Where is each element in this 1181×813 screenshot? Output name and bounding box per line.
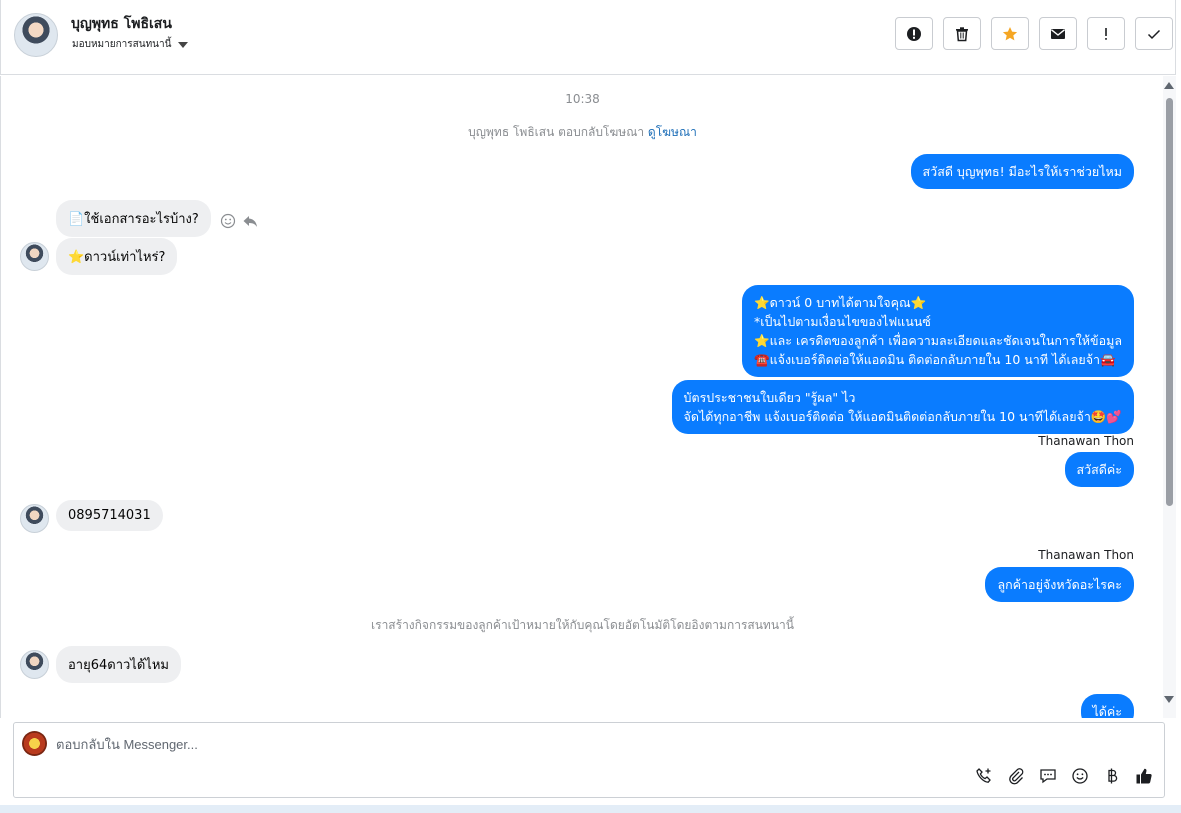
message-text: 0895714031	[68, 508, 151, 523]
alert-circle-icon	[907, 26, 921, 41]
message-bubble-outgoing[interactable]: บัตรประชาชนใบเดียว "รู้ผล" ไว จัดได้ทุกอ…	[671, 380, 1134, 434]
message-hover-actions	[220, 213, 258, 229]
contact-avatar[interactable]	[14, 13, 58, 57]
mark-unread-button[interactable]	[1039, 17, 1077, 50]
saved-replies-button[interactable]	[1038, 766, 1057, 785]
view-ad-link[interactable]: ดูโฆษณา	[648, 125, 697, 139]
scroll-down-arrow-icon[interactable]	[1164, 696, 1174, 703]
message-bubble-outgoing[interactable]: ได้ค่ะ	[1080, 694, 1134, 718]
delete-button[interactable]	[943, 17, 981, 50]
scrollbar-thumb[interactable]	[1166, 98, 1173, 506]
attach-button[interactable]	[1006, 766, 1025, 785]
message-bubble-incoming[interactable]: 📄ใช้เอกสารอะไรบ้าง?	[56, 200, 211, 237]
mark-spam-button[interactable]	[895, 17, 933, 50]
follow-up-button[interactable]	[1087, 17, 1125, 50]
exclamation-icon	[1105, 27, 1107, 40]
message-text: ⭐และ เครดิตของลูกค้า เพื่อความละเอียดและ…	[754, 333, 1122, 348]
phone-plus-icon	[975, 767, 991, 783]
activity-notice: เราสร้างกิจกรรมของลูกค้าเป้าหมายให้กับคุ…	[371, 618, 794, 632]
payment-button[interactable]	[1102, 766, 1121, 785]
contact-avatar-small	[20, 504, 49, 533]
message-bubble-outgoing[interactable]: สวัสดี บุญพุทธ! มีอะไรให้เราช่วยไหม	[910, 154, 1134, 189]
contact-avatar-small	[20, 650, 49, 679]
message-text: สวัสดีค่ะ	[1076, 462, 1122, 477]
like-button[interactable]	[1134, 766, 1153, 785]
reply-composer	[13, 722, 1165, 798]
star-icon	[1002, 26, 1018, 40]
mark-done-button[interactable]	[1135, 17, 1173, 50]
reply-arrow-icon[interactable]	[242, 213, 258, 229]
ad-reply-text: บุญพุทธ โพธิเสน ตอบกลับโฆษณา	[468, 125, 645, 139]
message-timestamp: 10:38	[565, 92, 600, 106]
message-text: อายุ64ดาวได้ไหม	[68, 658, 169, 673]
sender-name: Thanawan Thon	[1038, 548, 1134, 562]
contact-name[interactable]: บุญพุทธ โพธิเสน	[71, 13, 172, 35]
conversation-actions	[895, 17, 1173, 50]
message-text: ⭐ดาวน์ 0 บาทได้ตามใจคุณ⭐	[754, 295, 927, 310]
thumbs-up-icon	[1136, 768, 1152, 783]
scroll-up-arrow-icon[interactable]	[1164, 82, 1174, 89]
chat-bubble-icon	[1039, 768, 1056, 783]
assign-label: มอบหมายการสนทนานี้	[72, 39, 172, 50]
messenger-inbox-window: บุญพุทธ โพธิเสน มอบหมายการสนทนานี้ 10:38…	[0, 0, 1181, 813]
message-text: ☎️แจ้งเบอร์ติดต่อให้แอดมิน ติดต่อกลับภาย…	[754, 352, 1116, 367]
baht-icon	[1107, 768, 1117, 783]
star-button[interactable]	[991, 17, 1029, 50]
window-bottom-edge	[0, 805, 1181, 813]
conversation-header: บุญพุทธ โพธิเสน มอบหมายการสนทนานี้	[0, 0, 1176, 75]
page-avatar	[22, 731, 47, 756]
envelope-icon	[1051, 28, 1065, 39]
sender-name: Thanawan Thon	[1038, 434, 1134, 448]
message-text: ได้ค่ะ	[1092, 704, 1122, 718]
message-bubble-outgoing[interactable]: สวัสดีค่ะ	[1064, 452, 1134, 487]
message-bubble-incoming[interactable]: อายุ64ดาวได้ไหม	[56, 646, 181, 683]
trash-icon	[956, 26, 968, 41]
smiley-react-icon[interactable]	[220, 213, 236, 229]
message-bubble-outgoing[interactable]: ลูกค้าอยู่จังหวัดอะไรคะ	[985, 567, 1134, 602]
emoji-button[interactable]	[1070, 766, 1089, 785]
smiley-icon	[1071, 767, 1088, 784]
ad-reply-notice: บุญพุทธ โพธิเสน ตอบกลับโฆษณา ดูโฆษณา	[1, 123, 1163, 142]
message-text: *เป็นไปตามเงื่อนไขของไฟแนนซ์	[754, 314, 931, 329]
message-text: ⭐ดาวน์เท่าไหร่?	[68, 250, 166, 265]
chevron-down-icon	[178, 41, 189, 48]
checkmark-icon	[1147, 29, 1161, 39]
message-text: บัตรประชาชนใบเดียว "รู้ผล" ไว	[683, 390, 856, 405]
contact-avatar-small	[20, 242, 49, 271]
message-list[interactable]: 10:38 บุญพุทธ โพธิเสน ตอบกลับโฆษณา ดูโฆษ…	[0, 76, 1163, 718]
reply-input[interactable]	[56, 733, 956, 755]
call-button[interactable]	[974, 766, 993, 785]
message-text: ลูกค้าอยู่จังหวัดอะไรคะ	[997, 577, 1122, 592]
message-text: สวัสดี บุญพุทธ! มีอะไรให้เราช่วยไหม	[922, 164, 1122, 179]
message-bubble-incoming[interactable]: ⭐ดาวน์เท่าไหร่?	[56, 238, 178, 275]
assign-conversation-dropdown[interactable]: มอบหมายการสนทนานี้	[72, 37, 189, 52]
message-text: 📄ใช้เอกสารอะไรบ้าง?	[68, 212, 199, 227]
message-bubble-outgoing[interactable]: ⭐ดาวน์ 0 บาทได้ตามใจคุณ⭐ *เป็นไปตามเงื่อ…	[742, 285, 1134, 377]
message-scrollbar[interactable]	[1163, 76, 1176, 718]
message-text: จัดได้ทุกอาชีพ แจ้งเบอร์ติดต่อ ให้แอดมิน…	[683, 409, 1122, 424]
composer-toolbar	[974, 766, 1153, 785]
message-bubble-incoming[interactable]: 0895714031	[56, 500, 163, 531]
paperclip-icon	[1008, 767, 1023, 784]
